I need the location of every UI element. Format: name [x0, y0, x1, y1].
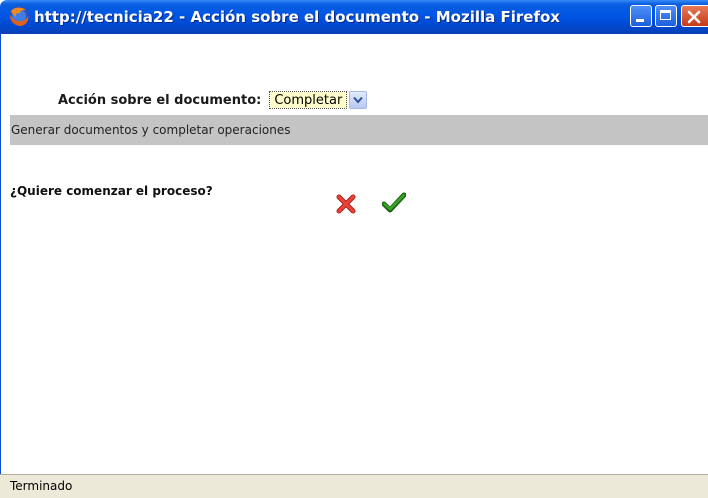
- page-content: Acción sobre el documento: Completar Gen…: [10, 34, 708, 474]
- close-icon: [687, 10, 701, 24]
- action-select-value[interactable]: Completar: [269, 91, 348, 109]
- window-title: http://tecnicia22 - Acción sobre el docu…: [34, 8, 560, 26]
- firefox-icon: [8, 5, 30, 27]
- action-label: Acción sobre el documento:: [58, 92, 262, 108]
- description-bar: Generar documentos y completar operacion…: [10, 115, 708, 145]
- cancel-button[interactable]: [335, 194, 359, 216]
- confirm-button[interactable]: [381, 192, 407, 214]
- cross-icon: [336, 194, 356, 214]
- status-bar: Terminado: [0, 474, 708, 498]
- description-text: Generar documentos y completar operacion…: [11, 123, 291, 137]
- close-button[interactable]: [681, 5, 708, 27]
- prompt-question: ¿Quiere comenzar el proceso?: [10, 184, 213, 198]
- checkmark-icon: [381, 192, 407, 213]
- action-select[interactable]: Completar: [269, 91, 368, 109]
- maximize-button[interactable]: [655, 5, 677, 27]
- minimize-button[interactable]: [630, 5, 652, 27]
- title-bar[interactable]: http://tecnicia22 - Acción sobre el docu…: [0, 0, 708, 34]
- status-text: Terminado: [10, 479, 73, 493]
- dropdown-button[interactable]: [349, 91, 368, 109]
- action-row: Acción sobre el documento: Completar: [58, 90, 368, 110]
- browser-window: http://tecnicia22 - Acción sobre el docu…: [0, 0, 708, 498]
- window-frame: [0, 34, 10, 474]
- chevron-down-icon: [353, 96, 364, 104]
